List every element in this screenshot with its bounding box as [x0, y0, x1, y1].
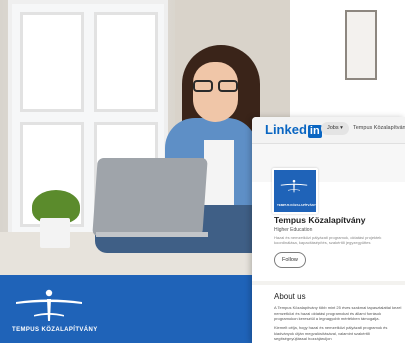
plant-pot: [40, 218, 70, 248]
company-name: Tempus Közalapítvány: [274, 215, 366, 225]
laptop: [92, 158, 208, 236]
laptop-base: [96, 232, 208, 237]
nav-org-link[interactable]: Tempus Közalapítvány: [353, 122, 405, 135]
linkedin-logo-in: in: [307, 125, 322, 138]
company-industry: Higher Education: [274, 227, 313, 233]
window-pane: [20, 12, 84, 112]
company-logo-text: TEMPUS KÖZALAPÍTVÁNY: [277, 203, 316, 207]
person-face: [193, 62, 238, 122]
wall-picture-frame: [345, 10, 377, 80]
person-glasses: [191, 80, 241, 92]
brand-logo-text: TEMPUS KÖZALAPÍTVÁNY: [12, 327, 98, 333]
company-logo[interactable]: TEMPUS KÖZALAPÍTVÁNY: [272, 168, 318, 214]
hero-photo: [0, 0, 290, 275]
about-paragraph: A Tempus Közalapítvány több mint 25 éves…: [274, 305, 402, 321]
brand-band: TEMPUS KÖZALAPÍTVÁNY: [0, 275, 290, 343]
about-paragraph: Kiemelt célja, hogy hazai és nemzetközi …: [274, 325, 388, 341]
promo-canvas: TEMPUS KÖZALAPÍTVÁNY Linked in Jobs ▾ Tem…: [0, 0, 405, 343]
about-heading: About us: [274, 292, 306, 301]
linkedin-topbar: Linked in Jobs ▾ Tempus Közalapítvány: [252, 117, 405, 144]
linkedin-logo[interactable]: Linked in: [265, 122, 322, 138]
linkedin-logo-word: Linked: [265, 122, 307, 137]
window-pane: [94, 12, 158, 112]
follow-button[interactable]: Follow: [274, 252, 306, 268]
section-divider: [252, 281, 405, 285]
linkedin-page: Linked in Jobs ▾ Tempus Közalapítvány TEM…: [252, 117, 405, 343]
tempus-logo-icon: [16, 289, 82, 321]
company-tagline: Hazai és nemzetközi pályázati programok,…: [274, 235, 382, 245]
nav-jobs-dropdown[interactable]: Jobs ▾: [321, 122, 349, 135]
company-logo-icon: [280, 179, 308, 193]
